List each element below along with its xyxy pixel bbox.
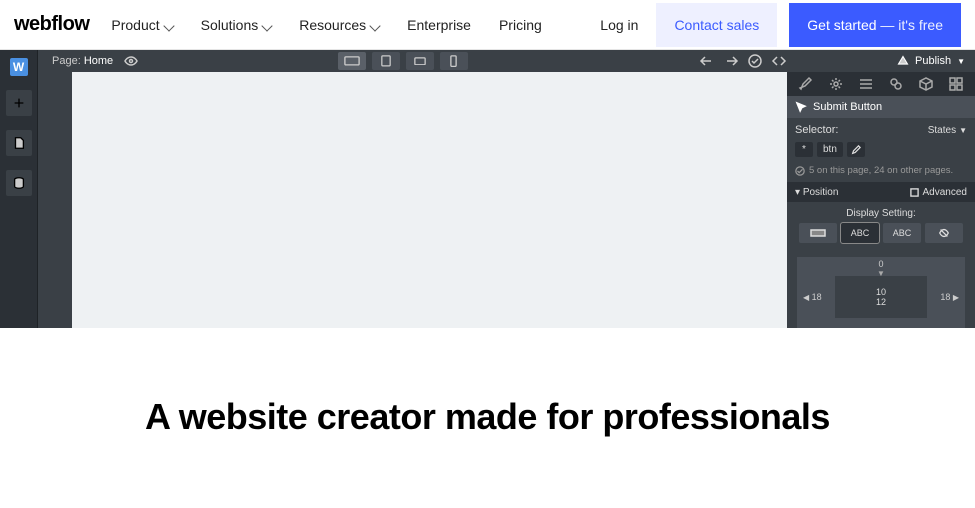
left-toolbar: W [0, 50, 38, 328]
selector-label: Selector: [795, 124, 838, 136]
redo-icon[interactable] [723, 53, 739, 69]
breakpoint-switcher [338, 52, 468, 70]
designer-topbar: Page: Home Publish ▼ [38, 50, 975, 72]
margin-top-value[interactable]: 0 [878, 259, 883, 269]
contact-sales-button[interactable]: Contact sales [656, 3, 777, 47]
spacing-editor[interactable]: Click + Drag 0 ◀ 18 18 ▶ ▼ 10 12 [797, 257, 965, 328]
landscape-breakpoint[interactable] [406, 52, 434, 70]
nav-resources[interactable]: Resources [299, 17, 379, 33]
mobile-breakpoint[interactable] [440, 52, 468, 70]
chevron-down-icon [165, 17, 173, 33]
cms-button[interactable] [6, 170, 32, 196]
chevron-down-icon [371, 17, 379, 33]
selector-info-text: 5 on this page, 24 on other pages. [787, 163, 975, 182]
selector-row: Selector: States▼ [787, 118, 975, 142]
panel-tab-bar [787, 72, 975, 96]
layout-icon[interactable] [858, 76, 874, 92]
display-block[interactable] [799, 223, 837, 243]
display-inline[interactable]: ABC [883, 223, 921, 243]
more-icon[interactable] [948, 76, 964, 92]
margin-left-value[interactable]: ◀ 18 [803, 292, 822, 302]
display-setting-buttons: ABC ABC [787, 223, 975, 251]
position-section-header[interactable]: ▾ Position Advanced [787, 182, 975, 202]
brush-icon[interactable] [798, 76, 814, 92]
check-icon[interactable] [747, 53, 763, 69]
edit-class-icon[interactable] [847, 142, 865, 157]
display-none[interactable] [925, 223, 963, 243]
states-dropdown[interactable]: States▼ [928, 125, 967, 136]
style-panel: Submit Button Selector: States▼ * btn 5 … [787, 72, 975, 328]
selected-element-row[interactable]: Submit Button [787, 96, 975, 118]
page-label: Page: Home [38, 55, 113, 67]
design-canvas[interactable] [72, 72, 787, 328]
padding-top-value[interactable]: 10 [876, 287, 886, 297]
canvas-left-gutter [38, 72, 72, 328]
tablet-breakpoint[interactable] [372, 52, 400, 70]
box-icon[interactable] [918, 76, 934, 92]
display-inline-block[interactable]: ABC [841, 223, 879, 243]
get-started-button[interactable]: Get started — it's free [789, 3, 961, 47]
webflow-logo[interactable]: webflow [14, 13, 89, 36]
desktop-breakpoint[interactable] [338, 52, 366, 70]
arrow-down-icon: ▼ [877, 269, 885, 278]
preview-icon[interactable] [123, 53, 139, 69]
effects-icon[interactable] [888, 76, 904, 92]
publish-button[interactable]: Publish ▼ [897, 55, 965, 67]
padding-bottom-value[interactable]: 12 [876, 297, 886, 307]
designer-ui: W Page: Home Publish ▼ [0, 50, 975, 328]
hero-headline: A website creator made for professionals [20, 394, 955, 439]
topbar-actions [699, 53, 787, 69]
pages-button[interactable] [6, 130, 32, 156]
top-navbar: webflow Product Solutions Resources Ente… [0, 0, 975, 50]
margin-right-value[interactable]: 18 ▶ [940, 292, 959, 302]
add-element-button[interactable] [6, 90, 32, 116]
undo-icon[interactable] [699, 53, 715, 69]
login-link[interactable]: Log in [582, 17, 656, 33]
nav-enterprise[interactable]: Enterprise [407, 17, 471, 33]
padding-box[interactable]: 10 12 [835, 276, 927, 318]
btn-class-chip[interactable]: btn [817, 142, 843, 157]
chevron-down-icon [263, 17, 271, 33]
class-selector[interactable]: * btn [787, 142, 975, 163]
headline-section: A website creator made for professionals [0, 328, 975, 439]
display-setting-label: Display Setting: [787, 202, 975, 223]
webflow-w-icon[interactable]: W [10, 58, 28, 76]
nav-pricing[interactable]: Pricing [499, 17, 542, 33]
nav-right: Log in Contact sales Get started — it's … [582, 3, 961, 47]
nav-solutions[interactable]: Solutions [201, 17, 272, 33]
settings-icon[interactable] [828, 76, 844, 92]
nav-product[interactable]: Product [111, 17, 172, 33]
code-icon[interactable] [771, 53, 787, 69]
nav-items: Product Solutions Resources Enterprise P… [111, 17, 541, 33]
star-chip[interactable]: * [795, 142, 813, 157]
